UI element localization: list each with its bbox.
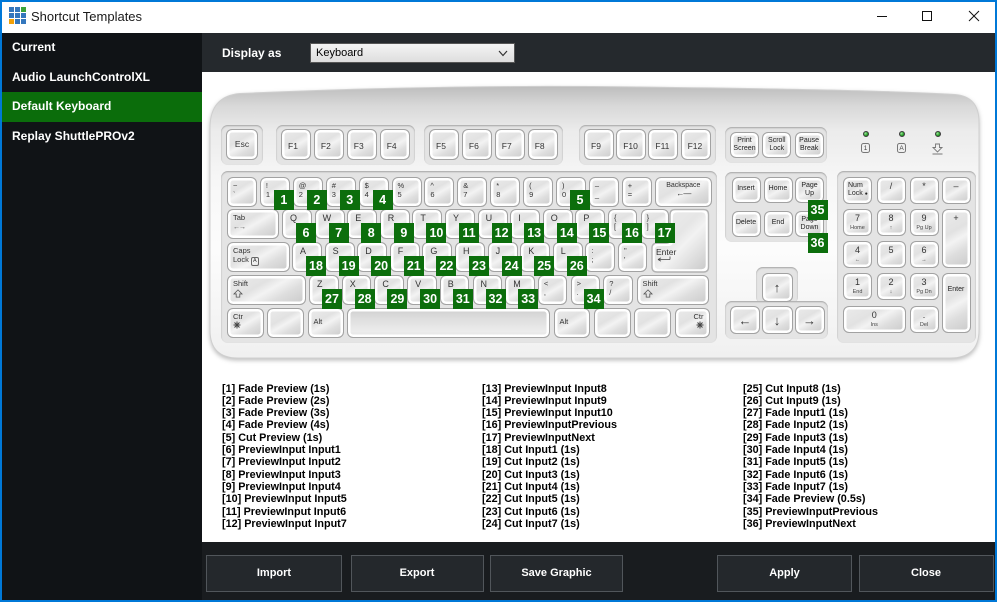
svg-text:Enter: Enter xyxy=(656,247,676,257)
